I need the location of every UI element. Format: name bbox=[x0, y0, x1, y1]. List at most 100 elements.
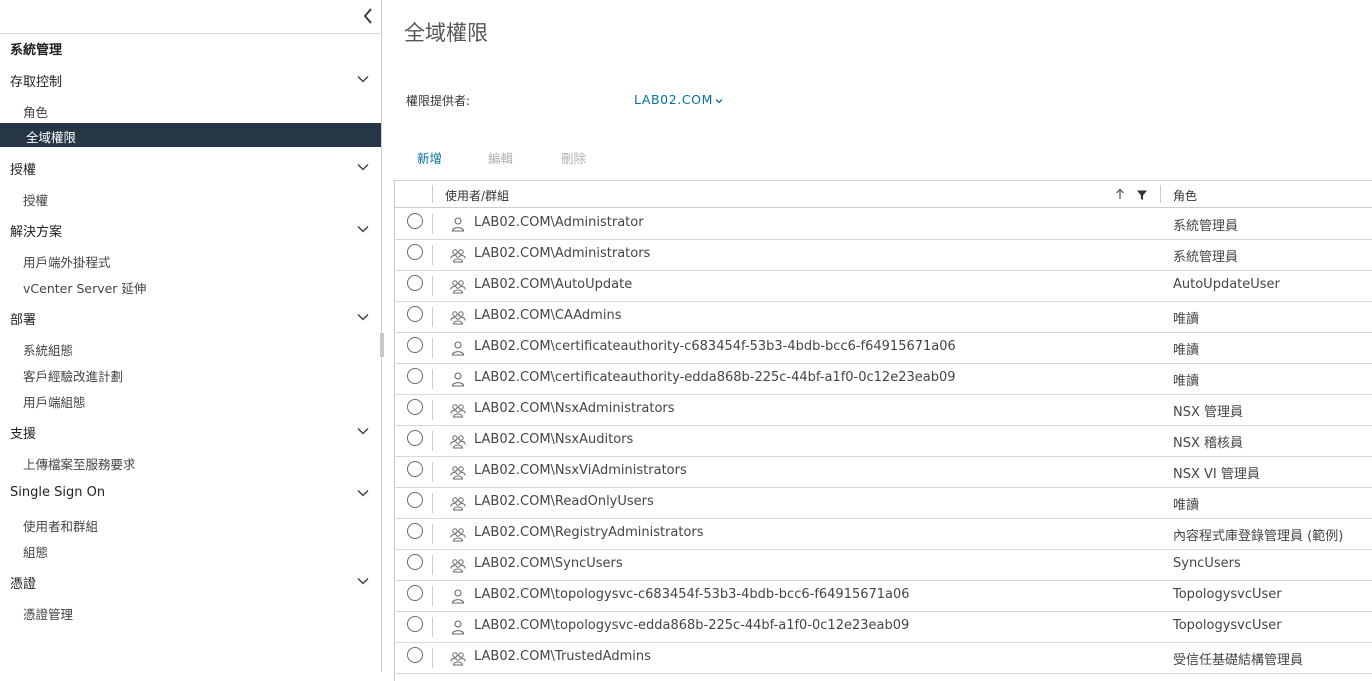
provider-dropdown[interactable]: LAB02.COM bbox=[634, 92, 723, 107]
user-group-name: LAB02.COM\NsxViAdministrators bbox=[474, 463, 687, 478]
user-group-name: LAB02.COM\certificateauthority-c683454f-… bbox=[474, 339, 956, 354]
sidebar-item-label: 用戶端組態 bbox=[23, 395, 86, 410]
row-select-radio[interactable] bbox=[407, 585, 423, 601]
row-select-radio[interactable] bbox=[407, 275, 423, 291]
user-group-name: LAB02.COM\NsxAdministrators bbox=[474, 401, 675, 416]
sidebar-item-label: 組態 bbox=[23, 545, 49, 560]
table-row[interactable]: LAB02.COM\Administrators 系統管理員 bbox=[395, 239, 1372, 271]
table-row[interactable]: LAB02.COM\ReadOnlyUsers 唯讀 bbox=[395, 487, 1372, 519]
sidebar-item-global-permissions[interactable]: 全域權限 bbox=[0, 123, 381, 147]
table-row[interactable]: LAB02.COM\NsxAdministrators NSX 管理員 bbox=[395, 394, 1372, 426]
column-header-role[interactable]: 角色 bbox=[1173, 187, 1197, 204]
sidebar-section-access-control[interactable]: 存取控制 bbox=[0, 67, 381, 91]
permissions-grid: 使用者/群組 角色 LAB02.COM\Administrator 系統管理員 LA… bbox=[394, 180, 1372, 681]
user-group-name: LAB02.COM\certificateauthority-edda868b-… bbox=[474, 370, 956, 385]
sidebar-item-system-configuration[interactable]: 系統組態 bbox=[0, 336, 381, 360]
table-row[interactable]: LAB02.COM\NsxViAdministrators NSX VI 管理員 bbox=[395, 456, 1372, 488]
sidebar-section-label: 部署 bbox=[10, 313, 37, 328]
delete-button[interactable]: 刪除 bbox=[561, 148, 586, 167]
sidebar-section-licensing[interactable]: 授權 bbox=[0, 155, 381, 179]
sidebar-item-label: vCenter Server 延伸 bbox=[23, 281, 147, 296]
user-group-name: LAB02.COM\AutoUpdate bbox=[474, 277, 633, 292]
role-name: NSX 稽核員 bbox=[1173, 436, 1244, 451]
row-select-radio[interactable] bbox=[407, 306, 423, 322]
user-icon bbox=[450, 216, 466, 232]
sidebar-item-licenses[interactable]: 授權 bbox=[0, 186, 381, 210]
sidebar-section-solutions[interactable]: 解決方案 bbox=[0, 217, 381, 241]
column-separator bbox=[432, 245, 433, 265]
sidebar-item-client-plugins[interactable]: 用戶端外掛程式 bbox=[0, 248, 381, 272]
sidebar-section-support[interactable]: 支援 bbox=[0, 419, 381, 443]
row-select-radio[interactable] bbox=[407, 430, 423, 446]
chevron-down-icon bbox=[357, 577, 369, 585]
filter-icon[interactable] bbox=[1136, 189, 1148, 201]
table-row[interactable]: LAB02.COM\TrustedAdmins 受信任基礎結構管理員 bbox=[395, 642, 1372, 674]
sidebar-section-label: 解決方案 bbox=[10, 225, 63, 240]
sidebar-section-deployment[interactable]: 部署 bbox=[0, 305, 381, 329]
sidebar-item-roles[interactable]: 角色 bbox=[0, 98, 381, 122]
sidebar-item-ceip[interactable]: 客戶經驗改進計劃 bbox=[0, 362, 381, 386]
role-name: SyncUsers bbox=[1173, 556, 1241, 571]
group-icon bbox=[450, 247, 466, 263]
column-separator bbox=[432, 338, 433, 358]
edit-button[interactable]: 編輯 bbox=[488, 148, 513, 167]
row-select-radio[interactable] bbox=[407, 368, 423, 384]
row-select-radio[interactable] bbox=[407, 523, 423, 539]
sort-ascending-icon[interactable] bbox=[1114, 188, 1126, 200]
user-icon bbox=[450, 371, 466, 387]
row-select-radio[interactable] bbox=[407, 399, 423, 415]
table-row[interactable]: LAB02.COM\NsxAuditors NSX 稽核員 bbox=[395, 425, 1372, 457]
table-row[interactable]: LAB02.COM\topologysvc-c683454f-53b3-4bdb… bbox=[395, 580, 1372, 612]
column-separator bbox=[432, 307, 433, 327]
row-select-radio[interactable] bbox=[407, 461, 423, 477]
role-name: NSX VI 管理員 bbox=[1173, 467, 1260, 482]
row-select-radio[interactable] bbox=[407, 244, 423, 260]
column-separator bbox=[432, 185, 433, 203]
sidebar-item-client-configuration[interactable]: 用戶端組態 bbox=[0, 388, 381, 412]
table-row[interactable]: LAB02.COM\RegistryAdministrators 內容程式庫登錄管… bbox=[395, 518, 1372, 550]
chevron-down-icon bbox=[357, 313, 369, 321]
column-header-user-group[interactable]: 使用者/群組 bbox=[445, 187, 509, 204]
row-select-radio[interactable] bbox=[407, 647, 423, 663]
collapse-sidebar-button[interactable] bbox=[361, 6, 377, 26]
sidebar-section-sso[interactable]: Single Sign On bbox=[0, 481, 381, 505]
page-title: 全域權限 bbox=[404, 21, 488, 45]
table-row[interactable]: LAB02.COM\Administrator 系統管理員 bbox=[395, 208, 1372, 240]
chevron-down-icon bbox=[357, 75, 369, 83]
sidebar-item-users-and-groups[interactable]: 使用者和群組 bbox=[0, 512, 381, 536]
sidebar-item-vcenter-extensions[interactable]: vCenter Server 延伸 bbox=[0, 274, 381, 298]
user-group-name: LAB02.COM\NsxAuditors bbox=[474, 432, 634, 447]
table-row[interactable]: LAB02.COM\SyncUsers SyncUsers bbox=[395, 549, 1372, 581]
user-group-name: LAB02.COM\Administrators bbox=[474, 246, 651, 261]
table-row[interactable]: LAB02.COM\certificateauthority-edda868b-… bbox=[395, 363, 1372, 395]
add-button[interactable]: 新增 bbox=[417, 148, 442, 167]
sidebar-item-sso-configuration[interactable]: 組態 bbox=[0, 538, 381, 562]
table-row[interactable]: LAB02.COM\AutoUpdate AutoUpdateUser bbox=[395, 270, 1372, 302]
user-group-name: LAB02.COM\Administrator bbox=[474, 215, 644, 230]
user-group-name: LAB02.COM\topologysvc-edda868b-225c-44bf… bbox=[474, 618, 910, 633]
sidebar-section-label: Single Sign On bbox=[10, 485, 106, 500]
column-separator bbox=[432, 369, 433, 389]
role-name: 系統管理員 bbox=[1173, 219, 1239, 234]
column-separator bbox=[432, 555, 433, 575]
row-select-radio[interactable] bbox=[407, 554, 423, 570]
row-select-radio[interactable] bbox=[407, 492, 423, 508]
sidebar-item-label: 使用者和群組 bbox=[23, 519, 99, 534]
sidebar-item-label: 客戶經驗改進計劃 bbox=[23, 369, 124, 384]
sidebar-item-certificate-management[interactable]: 憑證管理 bbox=[0, 600, 381, 624]
sidebar-item-label: 用戶端外掛程式 bbox=[23, 255, 111, 270]
chevron-down-icon bbox=[357, 163, 369, 171]
row-select-radio[interactable] bbox=[407, 616, 423, 632]
column-separator bbox=[432, 431, 433, 451]
chevron-down-icon bbox=[357, 427, 369, 435]
sidebar-resize-handle[interactable] bbox=[380, 333, 384, 357]
sidebar-section-certificates[interactable]: 憑證 bbox=[0, 569, 381, 593]
table-row[interactable]: LAB02.COM\certificateauthority-c683454f-… bbox=[395, 332, 1372, 364]
column-separator bbox=[432, 617, 433, 637]
table-row[interactable]: LAB02.COM\topologysvc-edda868b-225c-44bf… bbox=[395, 611, 1372, 643]
sidebar-item-upload-file[interactable]: 上傳檔案至服務要求 bbox=[0, 450, 381, 474]
provider-value: LAB02.COM bbox=[634, 92, 714, 107]
row-select-radio[interactable] bbox=[407, 337, 423, 353]
row-select-radio[interactable] bbox=[407, 213, 423, 229]
table-row[interactable]: LAB02.COM\CAAdmins 唯讀 bbox=[395, 301, 1372, 333]
